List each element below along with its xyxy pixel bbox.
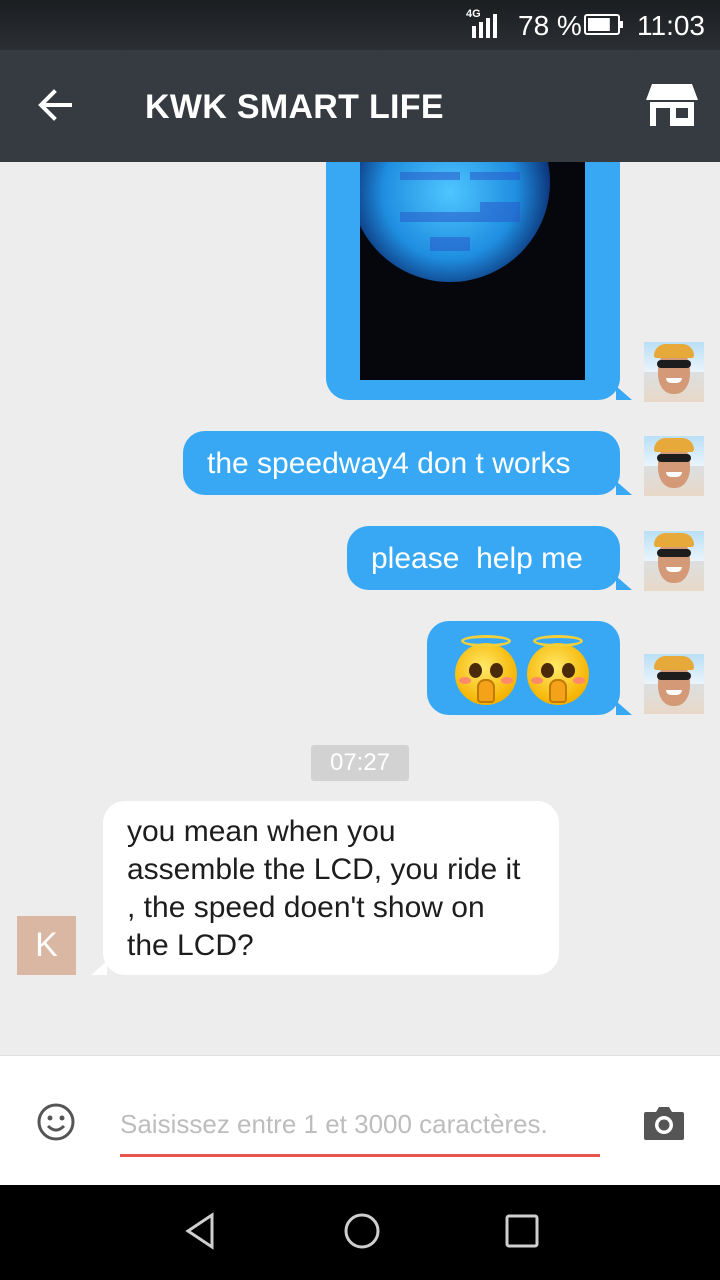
signal-icon	[472, 14, 497, 38]
emoji-message[interactable]	[427, 621, 632, 715]
message-text: the speedway4 don t works	[207, 447, 571, 480]
nav-recents-icon[interactable]	[500, 1209, 544, 1253]
outgoing-message[interactable]: please help me	[347, 526, 632, 590]
page-title: KWK SMART LIFE	[145, 88, 444, 126]
praying-angel-emoji-icon	[455, 635, 517, 705]
store-icon[interactable]	[644, 80, 700, 130]
input-bar	[0, 1055, 720, 1186]
navigation-bar	[0, 1185, 720, 1280]
message-text: please help me	[371, 542, 583, 575]
user-avatar[interactable]	[644, 654, 704, 714]
message-timestamp: 07:27	[311, 745, 409, 781]
battery-icon	[584, 14, 623, 35]
input-underline	[120, 1154, 600, 1157]
clock: 11:03	[637, 10, 705, 41]
praying-angel-emoji-icon	[527, 635, 589, 705]
outgoing-message[interactable]: the speedway4 don t works	[183, 431, 632, 495]
message-input[interactable]	[120, 1104, 600, 1144]
message-line: the LCD?	[127, 929, 254, 962]
message-line: you mean when you	[127, 815, 396, 848]
camera-icon[interactable]	[642, 1102, 686, 1142]
chat-area[interactable]: the speedway4 don t works please help me…	[0, 162, 720, 1055]
arrow-left-icon[interactable]	[30, 80, 80, 130]
user-avatar[interactable]	[644, 342, 704, 402]
image-message[interactable]	[326, 162, 632, 400]
message-line: , the speed doen't show on	[127, 891, 485, 924]
status-bar: 4G 78 % 11:03	[0, 0, 720, 50]
seller-avatar[interactable]: K	[17, 916, 76, 975]
nav-home-icon[interactable]	[340, 1209, 384, 1253]
battery-percent: 78 %	[518, 10, 582, 41]
nav-back-icon[interactable]	[180, 1209, 224, 1253]
message-line: assemble the LCD, you ride it	[127, 853, 521, 886]
user-avatar[interactable]	[644, 531, 704, 591]
lcd-photo[interactable]	[360, 162, 585, 380]
smiley-icon[interactable]	[36, 1102, 76, 1142]
user-avatar[interactable]	[644, 436, 704, 496]
incoming-message[interactable]: you mean when you assemble the LCD, you …	[91, 801, 559, 975]
app-bar: KWK SMART LIFE	[0, 50, 720, 162]
